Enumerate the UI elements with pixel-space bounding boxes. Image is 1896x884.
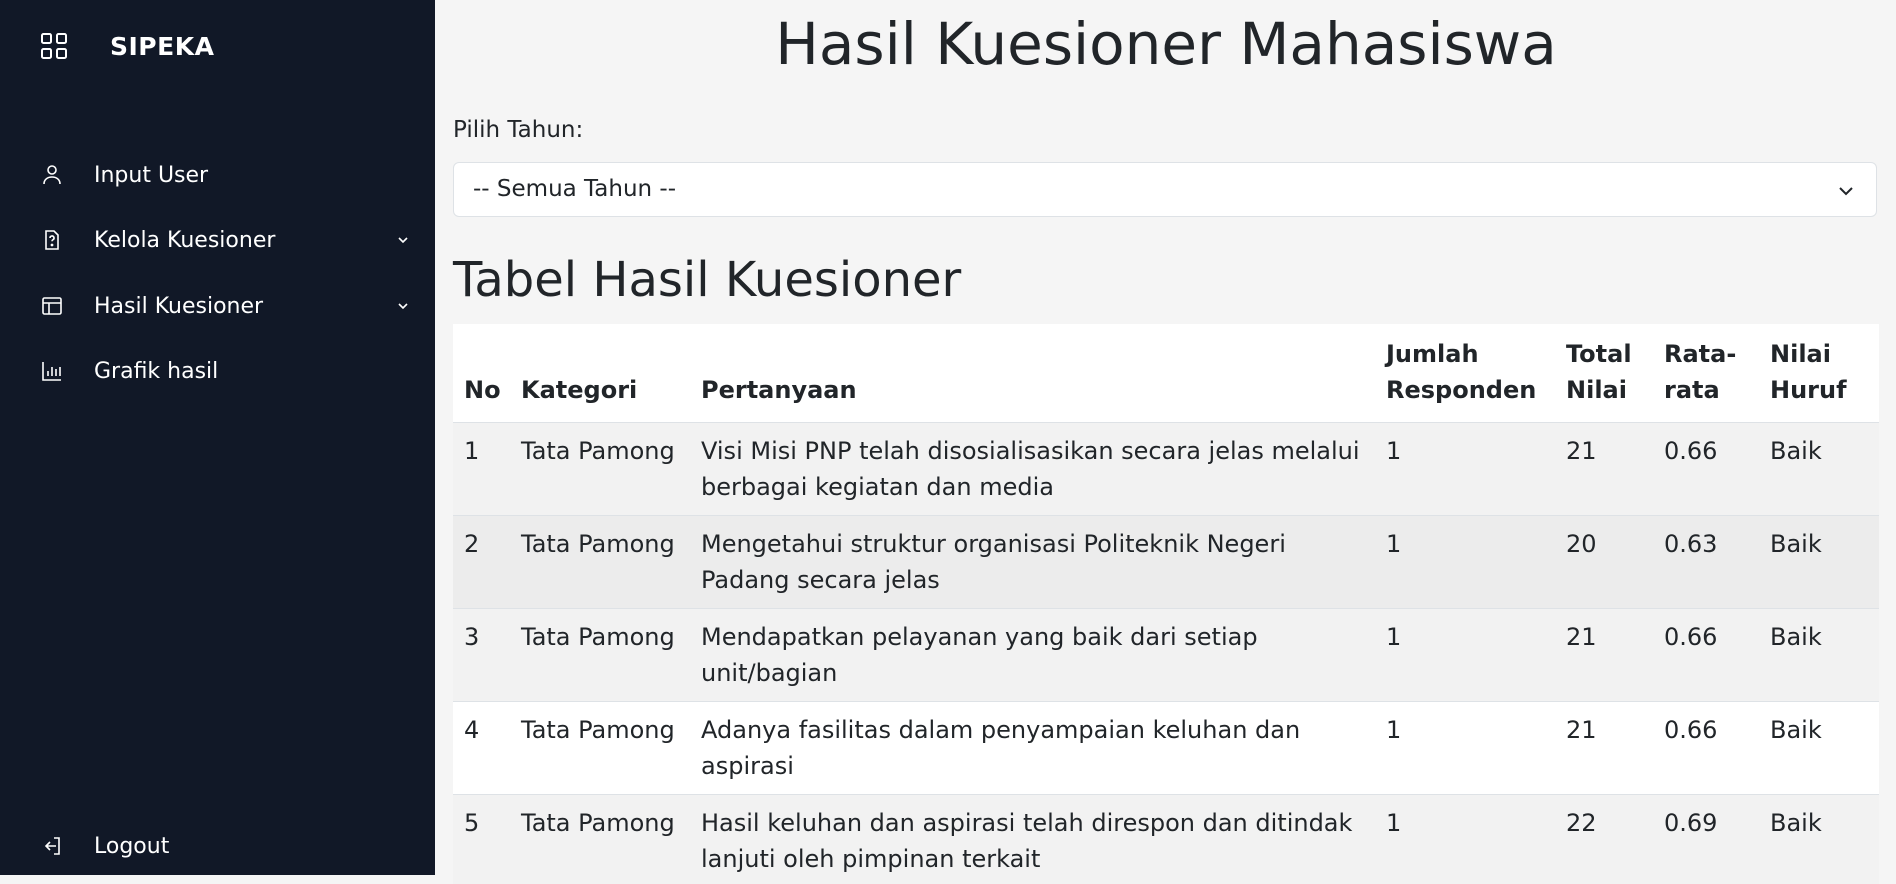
table-title: Tabel Hasil Kuesioner bbox=[453, 252, 961, 308]
chevron-down-icon bbox=[1836, 181, 1856, 201]
cell-kategori: Tata Pamong bbox=[510, 423, 690, 516]
cell-rata-rata: 0.66 bbox=[1653, 702, 1759, 795]
table-row: 1 Tata Pamong Visi Misi PNP telah disosi… bbox=[453, 423, 1879, 516]
cell-kategori: Tata Pamong bbox=[510, 702, 690, 795]
cell-pertanyaan: Adanya fasilitas dalam penyampaian keluh… bbox=[690, 702, 1375, 795]
table-header-row: No Kategori Pertanyaan Jumlah Responden … bbox=[453, 324, 1879, 423]
main-content: Hasil Kuesioner Mahasiswa Pilih Tahun: -… bbox=[453, 0, 1879, 875]
cell-jumlah-responden: 1 bbox=[1375, 516, 1555, 609]
column-header-nilai-huruf: Nilai Huruf bbox=[1759, 324, 1879, 423]
logout-label: Logout bbox=[94, 834, 169, 859]
document-question-icon bbox=[40, 228, 64, 252]
table-icon bbox=[40, 294, 64, 318]
sidebar-item-label: Kelola Kuesioner bbox=[94, 228, 275, 253]
logout-button[interactable]: Logout bbox=[40, 826, 410, 866]
sidebar-item-label: Hasil Kuesioner bbox=[94, 294, 263, 319]
cell-pertanyaan: Visi Misi PNP telah disosialisasikan sec… bbox=[690, 423, 1375, 516]
chevron-down-icon bbox=[396, 232, 410, 246]
cell-no: 4 bbox=[453, 702, 510, 795]
cell-jumlah-responden: 1 bbox=[1375, 795, 1555, 884]
column-header-no: No bbox=[453, 324, 510, 423]
year-select-value: -- Semua Tahun -- bbox=[473, 176, 676, 202]
page-title: Hasil Kuesioner Mahasiswa bbox=[453, 10, 1879, 78]
cell-total-nilai: 22 bbox=[1555, 795, 1653, 884]
column-header-kategori: Kategori bbox=[510, 324, 690, 423]
user-icon bbox=[40, 163, 64, 187]
cell-no: 5 bbox=[453, 795, 510, 884]
cell-rata-rata: 0.63 bbox=[1653, 516, 1759, 609]
cell-jumlah-responden: 1 bbox=[1375, 423, 1555, 516]
cell-nilai-huruf: Baik bbox=[1759, 516, 1879, 609]
column-header-jumlah-responden: Jumlah Responden bbox=[1375, 324, 1555, 423]
grid-icon bbox=[40, 32, 68, 60]
cell-nilai-huruf: Baik bbox=[1759, 609, 1879, 702]
cell-total-nilai: 21 bbox=[1555, 609, 1653, 702]
cell-rata-rata: 0.66 bbox=[1653, 609, 1759, 702]
cell-jumlah-responden: 1 bbox=[1375, 609, 1555, 702]
cell-total-nilai: 20 bbox=[1555, 516, 1653, 609]
bar-chart-icon bbox=[40, 359, 64, 383]
cell-jumlah-responden: 1 bbox=[1375, 702, 1555, 795]
table-row: 4 Tata Pamong Adanya fasilitas dalam pen… bbox=[453, 702, 1879, 795]
sidebar: SIPEKA Input User Kelola Kuesioner Hasil… bbox=[0, 0, 435, 875]
logout-icon bbox=[40, 834, 64, 858]
cell-total-nilai: 21 bbox=[1555, 423, 1653, 516]
cell-pertanyaan: Mengetahui struktur organisasi Politekni… bbox=[690, 516, 1375, 609]
cell-kategori: Tata Pamong bbox=[510, 795, 690, 884]
sidebar-item-input-user[interactable]: Input User bbox=[40, 155, 410, 195]
cell-rata-rata: 0.69 bbox=[1653, 795, 1759, 884]
sidebar-item-hasil-kuesioner[interactable]: Hasil Kuesioner bbox=[40, 286, 410, 326]
brand-title: SIPEKA bbox=[110, 32, 214, 61]
year-select[interactable]: -- Semua Tahun -- bbox=[453, 162, 1877, 217]
year-filter-label: Pilih Tahun: bbox=[453, 117, 583, 143]
cell-pertanyaan: Hasil keluhan dan aspirasi telah direspo… bbox=[690, 795, 1375, 884]
cell-nilai-huruf: Baik bbox=[1759, 423, 1879, 516]
column-header-rata-rata: Rata-rata bbox=[1653, 324, 1759, 423]
cell-rata-rata: 0.66 bbox=[1653, 423, 1759, 516]
sidebar-item-label: Input User bbox=[94, 163, 208, 188]
cell-nilai-huruf: Baik bbox=[1759, 702, 1879, 795]
cell-kategori: Tata Pamong bbox=[510, 609, 690, 702]
cell-nilai-huruf: Baik bbox=[1759, 795, 1879, 884]
sidebar-item-kelola-kuesioner[interactable]: Kelola Kuesioner bbox=[40, 220, 410, 260]
cell-no: 2 bbox=[453, 516, 510, 609]
chevron-down-icon bbox=[396, 298, 410, 312]
table-row: 5 Tata Pamong Hasil keluhan dan aspirasi… bbox=[453, 795, 1879, 884]
table-row: 2 Tata Pamong Mengetahui struktur organi… bbox=[453, 516, 1879, 609]
table-row: 3 Tata Pamong Mendapatkan pelayanan yang… bbox=[453, 609, 1879, 702]
cell-no: 3 bbox=[453, 609, 510, 702]
column-header-pertanyaan: Pertanyaan bbox=[690, 324, 1375, 423]
cell-kategori: Tata Pamong bbox=[510, 516, 690, 609]
cell-no: 1 bbox=[453, 423, 510, 516]
results-table: No Kategori Pertanyaan Jumlah Responden … bbox=[453, 324, 1879, 884]
results-table-container: No Kategori Pertanyaan Jumlah Responden … bbox=[453, 324, 1879, 884]
column-header-total-nilai: Total Nilai bbox=[1555, 324, 1653, 423]
sidebar-item-grafik-hasil[interactable]: Grafik hasil bbox=[40, 351, 410, 391]
cell-total-nilai: 21 bbox=[1555, 702, 1653, 795]
brand[interactable]: SIPEKA bbox=[40, 28, 214, 64]
cell-pertanyaan: Mendapatkan pelayanan yang baik dari set… bbox=[690, 609, 1375, 702]
sidebar-item-label: Grafik hasil bbox=[94, 359, 218, 384]
